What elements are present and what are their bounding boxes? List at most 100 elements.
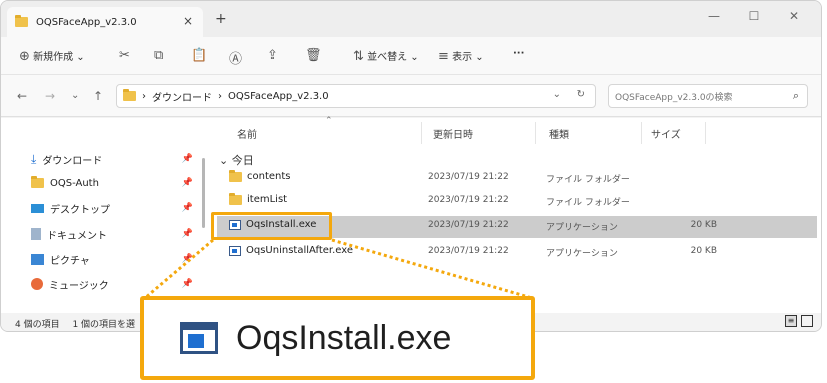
item-count: 4 個の項目 — [15, 320, 60, 330]
column-divider[interactable] — [421, 122, 422, 144]
folder-icon — [229, 192, 242, 205]
address-bar[interactable]: › ダウンロード › OQSFaceApp_v2.3.0 ⌄ ↻ — [116, 84, 596, 108]
sidebar-item-pictures[interactable]: ピクチャ 📌 — [31, 249, 201, 269]
file-size: 20 KB — [690, 220, 717, 230]
file-date: 2023/07/19 21:22 — [428, 172, 509, 182]
new-button[interactable]: ⊕ 新規作成 ⌄ — [19, 48, 85, 64]
more-options-button[interactable]: ··· — [513, 48, 524, 59]
view-icon: ≡ — [438, 49, 449, 64]
pin-icon: 📌 — [181, 254, 193, 264]
pin-icon: 📌 — [181, 229, 193, 239]
plus-circle-icon: ⊕ — [19, 49, 30, 64]
column-divider[interactable] — [705, 122, 706, 144]
selected-count: 1 個の項目を選 — [72, 320, 136, 330]
search-input[interactable]: OQSFaceApp_v2.3.0の検索 ⌕ — [608, 84, 808, 108]
content-area: ⤓ ダウンロード 📌 OQS-Auth 📌 デスクトップ 📌 ドキュメント 📌 — [1, 116, 821, 313]
sidebar-item-label: ダウンロード — [42, 155, 103, 167]
pin-icon: 📌 — [181, 203, 193, 213]
file-type: アプリケーション — [546, 223, 618, 233]
column-divider[interactable] — [641, 122, 642, 144]
sort-icon: ⇅ — [353, 49, 364, 64]
file-date: 2023/07/19 21:22 — [428, 220, 509, 230]
folder-icon — [123, 89, 136, 101]
navigation-pane: ⤓ ダウンロード 📌 OQS-Auth 📌 デスクトップ 📌 ドキュメント 📌 — [1, 118, 206, 313]
file-name: OqsUninstallAfter.exe — [229, 245, 353, 256]
file-row-oqsuninstallafter[interactable]: OqsUninstallAfter.exe 2023/07/19 21:22 ア… — [217, 242, 817, 264]
sidebar-item-desktop[interactable]: デスクトップ 📌 — [31, 198, 201, 218]
chevron-down-icon: ⌄ — [219, 154, 229, 167]
maximize-button[interactable]: ☐ — [739, 5, 769, 27]
up-icon[interactable]: ↑ — [93, 89, 103, 103]
callout-filename: OqsInstall.exe — [236, 318, 452, 357]
file-type: ファイル フォルダー — [546, 175, 630, 185]
exe-icon — [229, 245, 241, 256]
tab-title: OQSFaceApp_v2.3.0 — [36, 16, 137, 28]
sidebar-item-label: ピクチャ — [50, 255, 90, 267]
delete-icon[interactable]: 🗑 — [305, 48, 322, 63]
file-name: contents — [229, 169, 291, 182]
sidebar-scrollbar[interactable] — [202, 158, 205, 228]
sort-up-icon: ⌃ — [325, 116, 333, 126]
desktop-icon — [31, 203, 44, 213]
details-view-icon[interactable]: ≡ — [785, 315, 797, 327]
rename-icon[interactable]: Ⓐ — [229, 48, 242, 67]
sidebar-item-downloads[interactable]: ⤓ ダウンロード 📌 — [31, 149, 201, 169]
search-placeholder: OQSFaceApp_v2.3.0の検索 — [615, 93, 733, 103]
highlight-box-small — [211, 212, 332, 240]
forward-icon[interactable]: → — [45, 89, 55, 103]
pin-icon: 📌 — [181, 279, 193, 289]
share-icon[interactable]: ⇪ — [267, 48, 278, 63]
sidebar-item-label: デスクトップ — [50, 204, 110, 216]
view-button[interactable]: ≡ 表示 ⌄ — [438, 48, 484, 64]
new-label: 新規作成 — [33, 52, 74, 63]
file-date: 2023/07/19 21:22 — [428, 195, 509, 205]
group-header-today[interactable]: ⌄ 今日 — [219, 152, 254, 168]
exe-icon — [180, 322, 218, 354]
search-icon: ⌕ — [792, 89, 799, 102]
download-icon: ⤓ — [31, 151, 37, 166]
pin-icon: 📌 — [181, 178, 193, 188]
sidebar-item-music[interactable]: ミュージック 📌 — [31, 274, 201, 294]
column-header-name[interactable]: 名前 — [237, 126, 257, 141]
tiles-view-icon[interactable] — [801, 315, 813, 327]
minimize-button[interactable]: — — [699, 5, 729, 27]
new-tab-button[interactable]: + — [215, 11, 227, 27]
file-size: 20 KB — [690, 246, 717, 256]
column-header-type[interactable]: 種類 — [549, 126, 569, 141]
paste-icon[interactable]: 📋 — [191, 48, 207, 63]
sidebar-item-label: ドキュメント — [47, 230, 107, 242]
close-button[interactable]: ✕ — [779, 5, 809, 27]
sidebar-item-oqs-auth[interactable]: OQS-Auth 📌 — [31, 173, 201, 193]
breadcrumb-separator: › — [218, 90, 222, 102]
file-row-contents[interactable]: contents 2023/07/19 21:22 ファイル フォルダー — [217, 168, 817, 190]
back-icon[interactable]: ← — [17, 89, 27, 103]
breadcrumb-downloads[interactable]: ダウンロード — [152, 89, 212, 104]
music-icon — [31, 278, 43, 290]
recent-chevron-icon[interactable]: ⌄ — [71, 90, 79, 101]
refresh-icon[interactable]: ↻ — [577, 89, 585, 100]
sort-button[interactable]: ⇅ 並べ替え ⌄ — [353, 48, 419, 64]
tab-oqsfaceapp[interactable]: OQSFaceApp_v2.3.0 × — [7, 7, 203, 37]
zoom-callout: OqsInstall.exe — [140, 296, 535, 380]
copy-icon[interactable]: ⧉ — [154, 48, 163, 63]
breadcrumb-current[interactable]: OQSFaceApp_v2.3.0 — [228, 91, 329, 102]
chevron-down-icon: ⌄ — [410, 52, 419, 63]
view-label: 表示 — [452, 52, 473, 63]
file-date: 2023/07/19 21:22 — [428, 246, 509, 256]
cut-icon[interactable]: ✂ — [119, 48, 130, 63]
file-row-itemlist[interactable]: itemList 2023/07/19 21:22 ファイル フォルダー — [217, 191, 817, 213]
sidebar-item-documents[interactable]: ドキュメント 📌 — [31, 224, 201, 244]
sidebar-item-label: ミュージック — [49, 280, 109, 292]
column-header-size[interactable]: サイズ — [651, 126, 681, 141]
chevron-down-icon: ⌄ — [76, 52, 85, 63]
file-type: ファイル フォルダー — [546, 198, 630, 208]
address-chevron-icon[interactable]: ⌄ — [553, 89, 561, 100]
sort-label: 並べ替え — [367, 52, 408, 63]
chevron-down-icon: ⌄ — [475, 52, 484, 63]
column-header-date[interactable]: 更新日時 — [433, 126, 473, 141]
tab-close-icon[interactable]: × — [183, 14, 193, 28]
folder-icon — [15, 15, 28, 27]
address-row: ← → ⌄ ↑ › ダウンロード › OQSFaceApp_v2.3.0 ⌄ ↻… — [1, 75, 821, 117]
breadcrumb-separator: › — [142, 90, 146, 102]
column-divider[interactable] — [535, 122, 536, 144]
